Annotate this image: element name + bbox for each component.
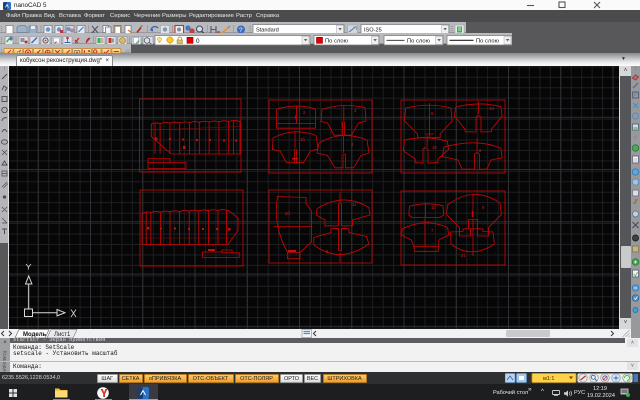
- svg-text:10: 10: [431, 205, 436, 210]
- svg-text:0: 0: [196, 38, 200, 45]
- svg-text:м1:1: м1:1: [543, 376, 554, 382]
- svg-text:13: 13: [489, 106, 494, 111]
- svg-text:По слою: По слою: [325, 39, 349, 45]
- svg-text:21: 21: [461, 253, 466, 258]
- svg-text:2б: 2б: [285, 211, 290, 216]
- svg-text:Модель: Модель: [23, 332, 47, 338]
- svg-text:1б: 1б: [300, 137, 305, 142]
- svg-text:По слою: По слою: [476, 39, 500, 45]
- svg-text:15: 15: [432, 145, 437, 150]
- svg-text:11: 11: [352, 202, 357, 207]
- svg-text:По слою: По слою: [407, 39, 431, 45]
- svg-text:Лист1: Лист1: [54, 332, 71, 338]
